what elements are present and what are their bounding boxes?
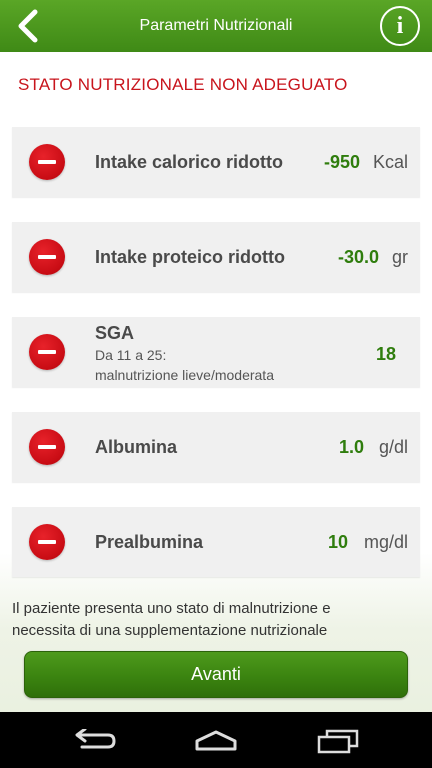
minus-icon (29, 239, 65, 275)
parameter-label: Albumina (95, 437, 178, 457)
parameter-unit: Kcal (372, 152, 408, 172)
next-button[interactable]: Avanti (24, 651, 408, 698)
parameter-value: 1.0 (338, 437, 364, 457)
parameter-unit: g/dl (378, 437, 408, 457)
parameter-card-albumin: Albumina 1.0 g/dl (12, 412, 420, 482)
system-home-button[interactable] (191, 726, 241, 756)
app-header: Parametri Nutrizionali i (0, 0, 432, 52)
home-icon (195, 730, 237, 751)
parameter-label: Intake proteico ridotto (95, 247, 286, 267)
minus-icon (29, 144, 65, 180)
parameter-label: SGA (95, 323, 135, 343)
parameter-label: Prealbumina (95, 532, 204, 552)
nutrition-status-heading: STATO NUTRIZIONALE NON ADEGUATO (18, 75, 348, 94)
parameter-value: -950 (323, 152, 360, 172)
back-icon (75, 729, 116, 749)
recommendation-note: Il paziente presenta uno stato di malnut… (12, 598, 422, 642)
parameter-label: Intake calorico ridotto (95, 152, 284, 172)
parameter-card-protein-intake: Intake proteico ridotto -30.0 gr (12, 222, 420, 292)
system-back-button[interactable] (70, 726, 120, 756)
parameter-card-prealbumin: Prealbumina 10 mg/dl (12, 507, 420, 577)
recents-icon (317, 729, 359, 754)
system-navigation-bar (0, 712, 432, 768)
parameter-unit: gr (391, 247, 408, 267)
parameter-range-line1: Da 11 a 25: (95, 347, 167, 363)
note-line: necessita di una supplementazione nutriz… (12, 622, 328, 639)
parameter-range-line2: malnutrizione lieve/moderata (95, 367, 274, 383)
minus-icon (29, 429, 65, 465)
info-button[interactable]: i (380, 6, 420, 46)
parameter-card-sga: SGA Da 11 a 25: malnutrizione lieve/mode… (12, 317, 420, 387)
parameter-value: -30.0 (337, 247, 379, 267)
page-title: Parametri Nutrizionali (139, 17, 293, 34)
parameter-value: 10 (327, 532, 348, 552)
note-line: Il paziente presenta uno stato di malnut… (12, 600, 331, 617)
parameter-card-caloric-intake: Intake calorico ridotto -950 Kcal (12, 127, 420, 197)
back-button[interactable] (8, 6, 48, 46)
parameter-unit: mg/dl (363, 532, 408, 552)
info-icon: i (396, 12, 404, 39)
minus-icon (29, 334, 65, 370)
minus-icon (29, 524, 65, 560)
system-recents-button[interactable] (313, 726, 363, 756)
chevron-left-icon (18, 9, 38, 43)
parameter-value: 18 (375, 344, 396, 364)
